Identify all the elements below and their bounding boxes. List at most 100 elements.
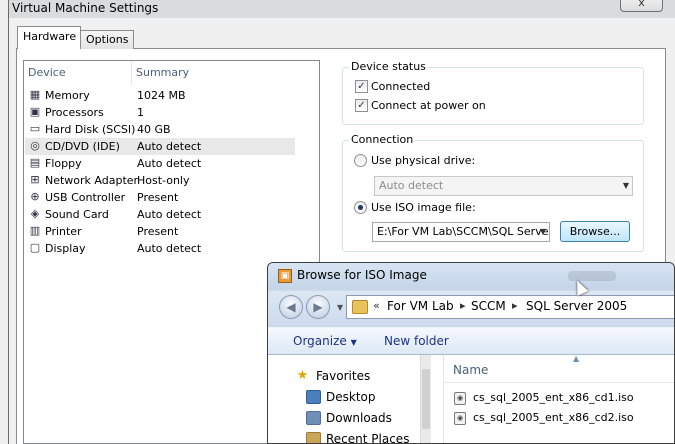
forward-button[interactable]: ▶ [306,295,330,319]
column-header-summary[interactable]: Summary [132,61,319,85]
browse-title-bar[interactable]: ▣ Browse for ISO Image [268,263,674,289]
device-summary: 40 GB [137,123,171,136]
sound-card-icon: ◈ [30,207,40,220]
memory-icon: ▦ [29,88,41,101]
physical-drive-value: Auto detect [379,179,444,192]
cd-dvd-icon: ◎ [30,139,40,152]
chevron-down-icon: ▼ [622,181,629,190]
device-summary: Auto detect [137,208,202,221]
scrollbar-thumb[interactable] [422,369,430,429]
iso-path-input[interactable]: E:\For VM Lab\SCCM\SQL Server ▼ [372,222,550,242]
tab-options[interactable]: Options [80,30,134,49]
device-row-sound-card[interactable]: ◈ Sound Card Auto detect [25,206,295,223]
breadcrumb-item[interactable]: For VM Lab [387,299,454,313]
breadcrumb-separator-icon[interactable]: ▸ [460,299,466,312]
network-adapter-icon: ⊞ [30,173,40,186]
display-icon: ▢ [29,241,41,254]
device-row-usb-controller[interactable]: ⊕ USB Controller Present [25,189,295,206]
device-row-hard-disk[interactable]: ▭ Hard Disk (SCSI) 40 GB [25,121,295,138]
device-name: Printer [45,225,82,238]
device-summary: Auto detect [137,140,202,153]
physical-drive-select[interactable]: Auto detect ▼ [374,176,633,196]
nav-favorites[interactable]: Favorites [316,369,370,383]
device-summary: Present [137,191,179,204]
printer-icon: ▥ [29,224,41,237]
device-status-title: Device status [349,60,428,73]
window-title: Virtual Machine Settings [12,1,159,15]
downloads-icon [306,411,321,425]
device-row-memory[interactable]: ▦ Memory 1024 MB [25,87,295,104]
navigation-pane: ★ Favorites Desktop Downloads Recent Pla… [268,355,431,443]
chevron-down-icon: ▼ [539,227,546,236]
device-status-group: Device status ✓ Connected ✓ Connect at p… [342,60,644,125]
column-header-device[interactable]: Device [24,61,132,85]
hard-disk-icon: ▭ [29,122,41,135]
device-row-floppy[interactable]: ▤ Floppy Auto detect [25,155,295,172]
breadcrumb-separator-icon[interactable]: ▸ [512,299,518,312]
device-name: Hard Disk (SCSI) [45,123,136,136]
device-row-network-adapter[interactable]: ⊞ Network Adapter Host-only [25,172,295,189]
iso-path-value: E:\For VM Lab\SCCM\SQL Server [377,225,550,238]
processor-icon: ▣ [29,105,41,118]
device-name: CD/DVD (IDE) [45,140,120,153]
new-folder-button[interactable]: New folder [384,334,449,348]
device-summary: Present [137,225,179,238]
device-row-processors[interactable]: ▣ Processors 1 [25,104,295,121]
connection-title: Connection [349,133,416,146]
iso-file-icon: ◉ [454,412,466,425]
breadcrumb-overflow[interactable]: « [373,299,380,312]
navigation-bar: ◀ ▶ ▼ « For VM Lab ▸ SCCM ▸ SQL Server 2… [268,291,674,325]
device-summary: 1 [137,106,144,119]
organize-label: Organize [293,334,347,348]
connected-checkbox[interactable]: ✓ [355,80,368,93]
dialog-toolbar: Organize ▼ New folder [268,327,674,355]
browse-dialog: ▣ Browse for ISO Image ◀ ▶ ▼ « For VM La… [267,262,675,444]
favorites-star-icon: ★ [296,368,309,383]
nav-recent-places[interactable]: Recent Places [326,432,409,443]
device-name: Floppy [45,157,82,170]
navigation-scrollbar[interactable] [420,355,431,443]
back-button[interactable]: ◀ [279,295,303,319]
history-dropdown-icon[interactable]: ▼ [337,303,343,312]
column-header-name[interactable]: Name [453,363,488,377]
device-name: Sound Card [45,208,109,221]
use-physical-drive-radio[interactable] [354,154,367,167]
device-summary: 1024 MB [137,89,186,102]
organize-menu[interactable]: Organize ▼ [293,334,357,348]
sort-ascending-icon: ▲ [573,354,580,363]
connected-label: Connected [371,80,431,93]
device-row-cd-dvd[interactable]: ◎ CD/DVD (IDE) Auto detect [25,138,295,155]
file-name: cs_sql_2005_ent_x86_cd2.iso [473,411,634,424]
use-iso-image-radio[interactable] [354,201,367,214]
device-row-printer[interactable]: ▥ Printer Present [25,223,295,240]
device-name: Memory [45,89,90,102]
nav-desktop[interactable]: Desktop [326,390,376,404]
breadcrumb-item[interactable]: SCCM [471,299,506,313]
vm-app-icon: ▣ [278,269,292,283]
breadcrumb-item[interactable]: SQL Server 2005 [526,299,627,313]
nav-downloads[interactable]: Downloads [326,411,392,425]
address-bar[interactable]: « For VM Lab ▸ SCCM ▸ SQL Server 2005 [346,295,674,319]
iso-file-icon: ◉ [454,392,466,405]
device-summary: Auto detect [137,242,202,255]
device-summary: Auto detect [137,157,202,170]
usb-controller-icon: ⊕ [30,190,40,203]
file-list-header: ▲ Name [444,354,674,383]
title-bar: Virtual Machine Settings x [9,0,675,18]
connect-at-power-on-checkbox[interactable]: ✓ [355,99,368,112]
dialog-content: ★ Favorites Desktop Downloads Recent Pla… [268,354,674,443]
tab-hardware[interactable]: Hardware [17,26,81,49]
close-button[interactable]: x [620,0,663,12]
device-row-display[interactable]: ▢ Display Auto detect [25,240,295,257]
device-name: USB Controller [45,191,126,204]
device-name: Display [45,242,86,255]
folder-icon [352,300,368,314]
device-name: Processors [45,106,104,119]
device-name: Network Adapter [45,174,139,187]
floppy-icon: ▤ [29,156,41,169]
file-name: cs_sql_2005_ent_x86_cd1.iso [473,391,634,404]
browse-button[interactable]: Browse... [560,221,630,242]
browse-title: Browse for ISO Image [297,268,427,282]
chevron-down-icon: ▼ [350,338,357,347]
recent-places-icon [306,432,321,443]
